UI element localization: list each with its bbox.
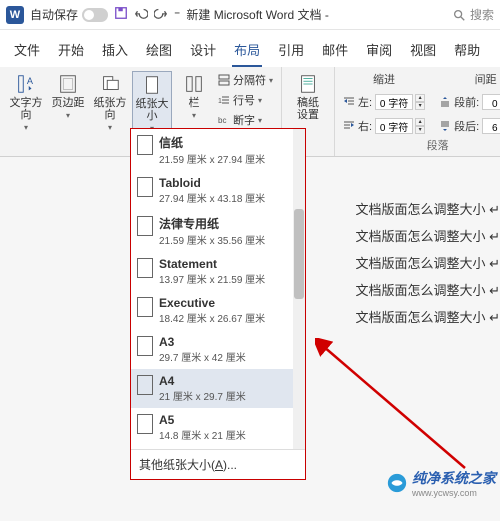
tab-引用[interactable]: 引用	[276, 36, 306, 67]
page-thumb-icon	[137, 258, 153, 278]
paper-size-option[interactable]: B4 (JIS)25.7 厘米 x 36.4 厘米	[131, 447, 305, 449]
tab-审阅[interactable]: 审阅	[364, 36, 394, 67]
ribbon-tabs: 文件开始插入绘图设计布局引用邮件审阅视图帮助	[0, 30, 500, 67]
page-thumb-icon	[137, 375, 153, 395]
doc-line: 文档版面怎么调整大小 ↵	[355, 199, 500, 218]
tab-开始[interactable]: 开始	[56, 36, 86, 67]
doc-line: 文档版面怎么调整大小 ↵	[355, 307, 500, 326]
paper-size-option[interactable]: Executive18.42 厘米 x 26.67 厘米	[131, 291, 305, 330]
app-icon: W	[6, 6, 24, 24]
more-paper-sizes[interactable]: 其他纸张大小(A)...	[131, 449, 305, 479]
search-box[interactable]: 搜索	[452, 6, 494, 23]
paper-size-option[interactable]: Statement13.97 厘米 x 21.59 厘米	[131, 252, 305, 291]
page-thumb-icon	[137, 414, 153, 434]
tab-邮件[interactable]: 邮件	[320, 36, 350, 67]
paper-size-option[interactable]: A329.7 厘米 x 42 厘米	[131, 330, 305, 369]
indent-right-input[interactable]	[375, 118, 413, 134]
undo-icon[interactable]	[134, 6, 148, 23]
scrollbar-thumb[interactable]	[294, 209, 304, 299]
autosave-toggle[interactable]: 自动保存	[30, 6, 108, 23]
search-placeholder: 搜索	[470, 6, 494, 23]
paper-size-dropdown: 信纸21.59 厘米 x 27.94 厘米Tabloid27.94 厘米 x 4…	[130, 128, 306, 480]
group-paragraph: 缩进 左: ▴▾ 右: ▴▾ 间距 段前: ▴▾	[335, 67, 500, 156]
paper-size-option[interactable]: 信纸21.59 厘米 x 27.94 厘米	[131, 129, 305, 171]
page-thumb-icon	[137, 177, 153, 197]
page-thumb-icon	[137, 336, 153, 356]
spacing-header: 间距	[437, 71, 500, 87]
spacing-before-row: 段前: ▴▾	[437, 93, 500, 111]
indent-right-icon	[343, 120, 355, 132]
paper-size-option[interactable]: Tabloid27.94 厘米 x 43.18 厘米	[131, 171, 305, 210]
breaks-button[interactable]: 分隔符	[216, 71, 275, 89]
tab-绘图[interactable]: 绘图	[144, 36, 174, 67]
line-numbers-button[interactable]: 1行号	[216, 91, 275, 109]
tab-设计[interactable]: 设计	[188, 36, 218, 67]
spacing-after-row: 段后: ▴▾	[437, 117, 500, 135]
page-thumb-icon	[137, 297, 153, 317]
dropdown-scrollbar[interactable]	[293, 129, 305, 449]
redo-icon[interactable]	[154, 6, 168, 23]
title-bar: W 自动保存 ⁼ 新建 Microsoft Word 文档 - 搜索	[0, 0, 500, 30]
svg-text:bc: bc	[218, 116, 226, 125]
watermark: 纯净系统之家 www.ycwsy.com	[386, 468, 496, 498]
paper-size-option[interactable]: A421 厘米 x 29.7 厘米	[131, 369, 305, 408]
indent-left-icon	[343, 96, 355, 108]
columns-button[interactable]: 栏	[174, 71, 214, 122]
paper-size-option[interactable]: 法律专用纸21.59 厘米 x 35.56 厘米	[131, 210, 305, 252]
spacing-after-input[interactable]	[482, 118, 500, 134]
draft-settings-button[interactable]: 稿纸 设置	[288, 71, 328, 123]
group-label-paragraph: 段落	[341, 135, 500, 153]
text-direction-button[interactable]: A 文字方向	[6, 71, 46, 134]
svg-text:1: 1	[218, 98, 222, 105]
save-icon[interactable]	[114, 6, 128, 23]
page-thumb-icon	[137, 135, 153, 155]
toggle-off-icon[interactable]	[82, 8, 108, 22]
doc-title: 新建 Microsoft Word 文档 -	[186, 6, 328, 23]
tab-帮助[interactable]: 帮助	[452, 36, 482, 67]
page-thumb-icon	[137, 216, 153, 236]
paper-size-option[interactable]: A514.8 厘米 x 21 厘米	[131, 408, 305, 447]
doc-line: 文档版面怎么调整大小 ↵	[355, 226, 500, 245]
indent-left-input[interactable]	[375, 94, 413, 110]
doc-line: 文档版面怎么调整大小 ↵	[355, 280, 500, 299]
indent-header: 缩进	[341, 71, 427, 87]
margins-button[interactable]: 页边距	[48, 71, 88, 122]
tab-文件[interactable]: 文件	[12, 36, 42, 67]
orientation-button[interactable]: 纸张方向	[90, 71, 130, 134]
spacing-before-icon	[439, 96, 451, 108]
autosave-label: 自动保存	[30, 6, 78, 23]
hyphenation-button[interactable]: bc断字	[216, 111, 275, 129]
paper-size-button[interactable]: 纸张大小	[132, 71, 172, 136]
tab-视图[interactable]: 视图	[408, 36, 438, 67]
indent-right-row: 右: ▴▾	[341, 117, 427, 135]
quick-access-toolbar: ⁼	[114, 6, 180, 23]
tab-插入[interactable]: 插入	[100, 36, 130, 67]
document-text: 文档版面怎么调整大小 ↵ 文档版面怎么调整大小 ↵ 文档版面怎么调整大小 ↵ 文档版面…	[355, 199, 500, 334]
watermark-logo-icon	[386, 472, 408, 494]
search-icon	[452, 8, 466, 22]
spacing-after-icon	[439, 120, 451, 132]
spacing-before-input[interactable]	[482, 94, 500, 110]
qat-dropdown-icon[interactable]: ⁼	[174, 8, 180, 22]
indent-left-row: 左: ▴▾	[341, 93, 427, 111]
svg-text:A: A	[27, 76, 34, 86]
tab-布局[interactable]: 布局	[232, 36, 262, 67]
doc-line: 文档版面怎么调整大小 ↵	[355, 253, 500, 272]
